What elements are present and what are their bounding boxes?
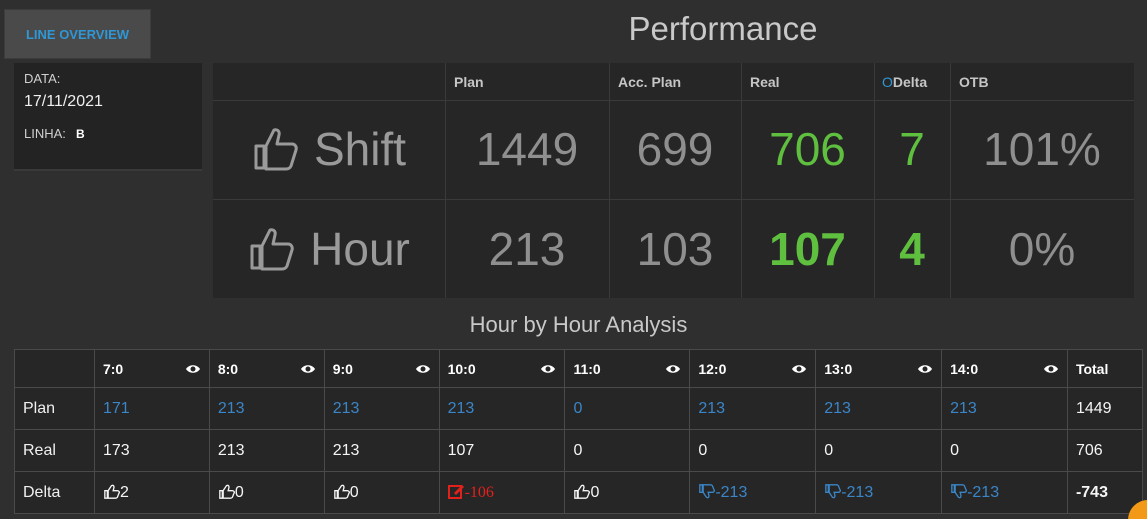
real-cell: 107 bbox=[438, 429, 566, 472]
row-label-delta: Delta bbox=[14, 471, 95, 514]
table-row: Delta 2 0 0 -106 0 -213 -213 -213 -743 bbox=[14, 471, 1144, 514]
edit-alert-icon bbox=[447, 484, 464, 499]
eye-icon[interactable] bbox=[185, 363, 201, 375]
real-cell: 0 bbox=[941, 429, 1068, 472]
plan-cell: 213 bbox=[941, 387, 1068, 430]
delta-cell: -213 bbox=[941, 471, 1068, 514]
delta-cell: -213 bbox=[815, 471, 943, 514]
real-cell: 0 bbox=[815, 429, 943, 472]
linha-label: LINHA: bbox=[24, 126, 66, 141]
hour-header: 12:0 bbox=[689, 349, 817, 388]
delta-cell: 0 bbox=[564, 471, 691, 514]
plan-cell: 213 bbox=[689, 387, 817, 430]
col-header-plan: Plan bbox=[454, 73, 484, 90]
total-header: Total bbox=[1066, 349, 1144, 388]
col-header-otb: OTB bbox=[959, 73, 989, 90]
hour-plan: 213 bbox=[488, 223, 566, 275]
hour-by-hour-table: 7:0 8:0 9:0 10:0 11:0 12:0 13:0 14:0 Tot… bbox=[14, 349, 1144, 514]
eye-icon[interactable] bbox=[791, 363, 807, 375]
data-value: 17/11/2021 bbox=[24, 93, 103, 110]
line-overview-button[interactable]: LINE OVERVIEW bbox=[4, 9, 151, 59]
plan-cell: 0 bbox=[564, 387, 691, 430]
plan-total: 1449 bbox=[1066, 387, 1144, 430]
thumbs-up-icon bbox=[250, 228, 294, 271]
thumbs-down-icon bbox=[825, 483, 842, 498]
shift-plan: 1449 bbox=[475, 123, 579, 175]
data-label: DATA: bbox=[24, 71, 61, 86]
plan-cell: 213 bbox=[208, 387, 325, 430]
hour-delta: 4 bbox=[899, 223, 925, 275]
eye-icon[interactable] bbox=[540, 363, 556, 375]
shift-label: Shift bbox=[313, 123, 407, 175]
thumbs-up-icon bbox=[104, 484, 120, 499]
hour-header: 8:0 bbox=[208, 349, 325, 388]
delta-cell: -106 bbox=[438, 471, 566, 514]
thumbs-up-icon bbox=[574, 484, 591, 499]
eye-icon[interactable] bbox=[917, 363, 933, 375]
shift-real: 706 bbox=[769, 123, 846, 175]
hour-label: Hour bbox=[310, 223, 410, 275]
page-title: Performance bbox=[628, 10, 818, 47]
hourly-section-title: Hour by Hour Analysis bbox=[469, 312, 688, 337]
table-row: Real 173 213 213 107 0 0 0 0 706 bbox=[14, 429, 1144, 472]
real-cell: 213 bbox=[323, 429, 440, 472]
real-cell: 173 bbox=[93, 429, 210, 472]
delta-cell: 2 bbox=[93, 471, 210, 514]
real-total: 706 bbox=[1066, 429, 1144, 472]
delta-cell: 0 bbox=[208, 471, 325, 514]
hour-real: 107 bbox=[769, 223, 846, 275]
col-header-acc-plan: Acc. Plan bbox=[618, 73, 682, 90]
table-header-row: 7:0 8:0 9:0 10:0 11:0 12:0 13:0 14:0 Tot… bbox=[14, 349, 1144, 388]
eye-icon[interactable] bbox=[300, 363, 316, 375]
row-label-plan: Plan bbox=[14, 387, 95, 430]
linha-value: B bbox=[76, 127, 85, 141]
performance-panel: Plan Acc. Plan Real O Delta OTB Shift 144… bbox=[213, 63, 1134, 298]
thumbs-down-icon bbox=[699, 483, 716, 498]
delta-cell: -213 bbox=[689, 471, 817, 514]
hour-header: 7:0 bbox=[93, 349, 210, 388]
hour-header: 10:0 bbox=[438, 349, 566, 388]
plan-cell: 213 bbox=[815, 387, 943, 430]
hour-acc-plan: 103 bbox=[636, 223, 714, 275]
plan-cell: 213 bbox=[323, 387, 440, 430]
eye-icon[interactable] bbox=[665, 363, 681, 375]
shift-acc-plan: 699 bbox=[636, 123, 714, 175]
info-panel: DATA: 17/11/2021 LINHA: B bbox=[14, 63, 202, 171]
row-label-real: Real bbox=[14, 429, 95, 472]
thumbs-down-icon bbox=[951, 483, 968, 498]
hour-row: Hour 213 103 107 4 0% bbox=[213, 200, 1134, 298]
corner-cell bbox=[14, 349, 95, 388]
hour-otb: 0% bbox=[1008, 223, 1076, 275]
shift-delta: 7 bbox=[899, 123, 925, 175]
eye-icon[interactable] bbox=[1043, 363, 1059, 375]
delta-cell: 0 bbox=[323, 471, 440, 514]
col-header-real: Real bbox=[750, 73, 780, 90]
shift-row: Shift 1449 699 706 7 101% bbox=[213, 100, 1134, 198]
delta-prefix: O bbox=[882, 73, 893, 90]
hour-header: 11:0 bbox=[564, 349, 691, 388]
plan-cell: 213 bbox=[438, 387, 566, 430]
thumbs-up-icon bbox=[218, 484, 235, 499]
shift-otb: 101% bbox=[983, 123, 1101, 175]
col-header-delta: O Delta bbox=[882, 73, 928, 90]
thumbs-up-icon bbox=[333, 484, 350, 499]
real-cell: 0 bbox=[564, 429, 691, 472]
hour-header: 13:0 bbox=[815, 349, 943, 388]
hour-header: 14:0 bbox=[941, 349, 1068, 388]
real-cell: 0 bbox=[689, 429, 817, 472]
hour-header: 9:0 bbox=[323, 349, 440, 388]
eye-icon[interactable] bbox=[415, 363, 431, 375]
real-cell: 213 bbox=[208, 429, 325, 472]
table-row: Plan 171 213 213 213 0 213 213 213 1449 bbox=[14, 387, 1144, 430]
thumbs-up-icon bbox=[254, 128, 298, 171]
plan-cell: 171 bbox=[93, 387, 210, 430]
